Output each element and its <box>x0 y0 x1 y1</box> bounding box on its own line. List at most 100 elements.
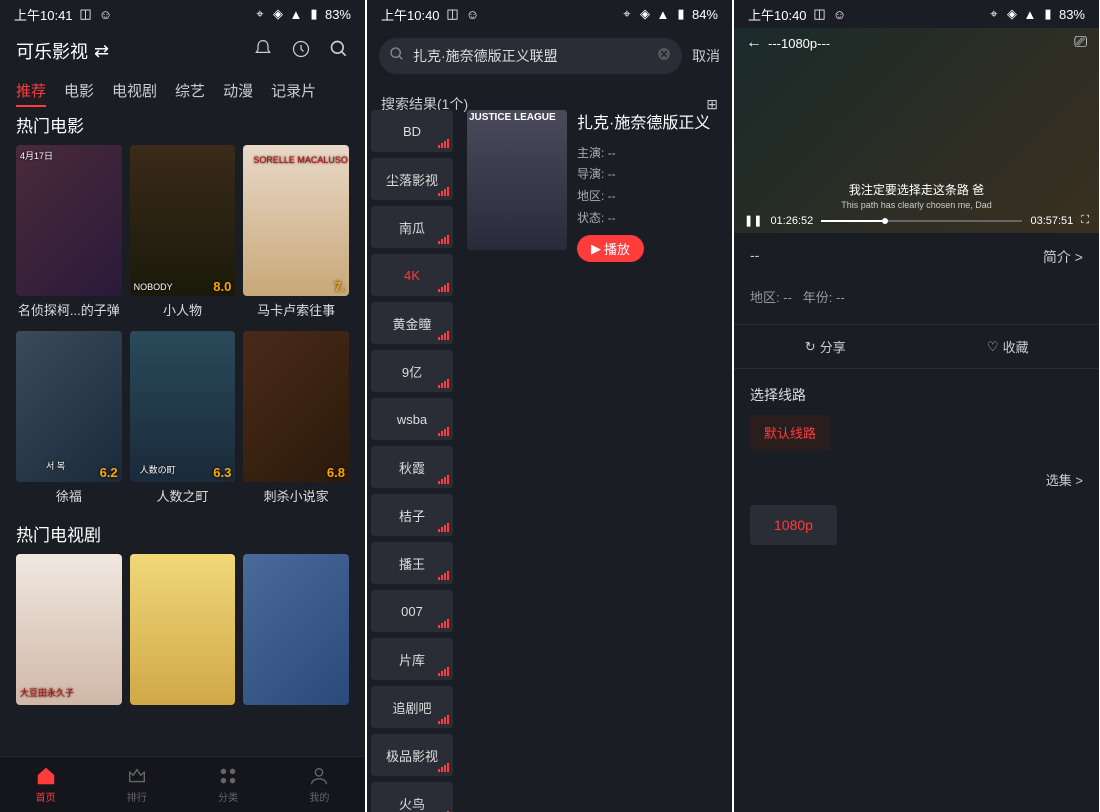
phone-1-home: 上午10:41 ◫ ☺ ⌖ ◈ ▲ ▮ 83% 可乐影视 ⇄ 推荐 电影 电视剧… <box>0 0 365 812</box>
phone-2-search: 上午10:40 ◫ ☺ ⌖ ◈ ▲ ▮ 84% 取消 搜索结果(1个) ⊞ BD… <box>367 0 732 812</box>
source-list[interactable]: BD 尘落影视 南瓜 4K 黄金瞳 9亿 wsba 秋霞 桔子 播王 007 片… <box>367 110 457 812</box>
tab-tv[interactable]: 电视剧 <box>112 80 157 101</box>
favorite-button[interactable]: ♡收藏 <box>917 325 1100 368</box>
status-bar: 上午10:40 ◫ ☺ ⌖ ◈ ▲ ▮ 84% <box>367 0 732 28</box>
status-time: 上午10:41 <box>14 5 73 24</box>
status-time: 上午10:40 <box>748 5 807 24</box>
movie-card[interactable]: 서 복6.2徐福 <box>16 331 122 509</box>
phone-3-player: 上午10:40 ◫ ☺ ⌖ ◈ ▲ ▮ 83% ← ---1080p--- ⎚ … <box>734 0 1099 812</box>
source-item[interactable]: 黄金瞳 <box>371 302 453 344</box>
search-input[interactable] <box>413 48 648 64</box>
notification-icon[interactable] <box>253 39 273 64</box>
progress-bar[interactable] <box>821 220 1022 222</box>
episode-link[interactable]: 选集 > <box>1046 470 1083 489</box>
signal-icon: ▲ <box>656 7 670 21</box>
source-item[interactable]: wsba <box>371 398 453 440</box>
status-bar: 上午10:40 ◫ ☺ ⌖ ◈ ▲ ▮ 83% <box>734 0 1099 28</box>
battery-percent: 83% <box>325 7 351 22</box>
image-icon: ◫ <box>79 7 93 21</box>
battery-percent: 84% <box>692 7 718 22</box>
source-item[interactable]: 播王 <box>371 542 453 584</box>
source-item[interactable]: 极品影视 <box>371 734 453 776</box>
status-time: 上午10:40 <box>381 5 440 24</box>
back-icon[interactable]: ← ---1080p--- <box>746 34 830 52</box>
result-detail: JUSTICE LEAGUE 扎克·施奈德版正义 主演: -- 导演: -- 地… <box>457 110 732 812</box>
movie-card[interactable]: 4月17日名侦探柯...的子弹 <box>16 145 122 323</box>
total-time: 03:57:51 <box>1030 215 1073 227</box>
search-box[interactable] <box>379 38 682 74</box>
share-button[interactable]: ↻分享 <box>734 325 917 368</box>
history-icon[interactable] <box>291 39 311 64</box>
movie-card[interactable]: SORELLE MACALUSO7.马卡卢索往事 <box>243 145 349 323</box>
app-title[interactable]: 可乐影视 ⇄ <box>16 38 109 64</box>
tab-recommend[interactable]: 推荐 <box>16 80 46 101</box>
source-item[interactable]: 追剧吧 <box>371 686 453 728</box>
source-item[interactable]: 007 <box>371 590 453 632</box>
movie-card[interactable]: 6.8刺杀小说家 <box>243 331 349 509</box>
source-item[interactable]: 火鸟 <box>371 782 453 812</box>
app-header: 可乐影视 ⇄ <box>0 28 365 74</box>
location-icon: ⌖ <box>253 7 267 21</box>
search-icon[interactable] <box>329 39 349 64</box>
nav-home[interactable]: 首页 <box>35 765 57 804</box>
heart-icon: ♡ <box>987 339 999 355</box>
status-bar: 上午10:41 ◫ ☺ ⌖ ◈ ▲ ▮ 83% <box>0 0 365 28</box>
source-item[interactable]: BD <box>371 110 453 152</box>
source-item[interactable]: 片库 <box>371 638 453 680</box>
clear-icon[interactable] <box>656 46 672 67</box>
quality-button[interactable]: 1080p <box>750 505 837 545</box>
source-item[interactable]: 南瓜 <box>371 206 453 248</box>
play-button[interactable]: ▶ 播放 <box>577 235 644 262</box>
movie-card[interactable]: NOBODY8.0小人物 <box>130 145 236 323</box>
battery-percent: 83% <box>1059 7 1085 22</box>
cancel-button[interactable]: 取消 <box>692 46 720 66</box>
nav-category[interactable]: 分类 <box>217 765 239 804</box>
route-section-label: 选择线路 <box>734 369 1099 415</box>
source-item[interactable]: 桔子 <box>371 494 453 536</box>
source-item[interactable]: 4K <box>371 254 453 296</box>
battery-icon: ▮ <box>674 7 688 21</box>
qq-icon: ☺ <box>833 7 847 21</box>
signal-icon: ▲ <box>1023 7 1037 21</box>
source-item[interactable]: 9亿 <box>371 350 453 392</box>
tab-anime[interactable]: 动漫 <box>223 80 253 101</box>
result-poster[interactable]: JUSTICE LEAGUE <box>467 110 567 250</box>
tv-card[interactable]: 大豆田永久子 <box>16 554 122 705</box>
section-tv-title: 热门电视剧 <box>0 509 365 554</box>
share-icon: ↻ <box>805 339 816 355</box>
fullscreen-icon[interactable]: ⛶ <box>1081 214 1089 227</box>
tv-grid: 大豆田永久子 <box>0 554 365 705</box>
source-item[interactable]: 尘落影视 <box>371 158 453 200</box>
current-time: 01:26:52 <box>770 215 813 227</box>
source-item[interactable]: 秋霞 <box>371 446 453 488</box>
image-icon: ◫ <box>813 7 827 21</box>
action-bar: ↻分享 ♡收藏 <box>734 324 1099 369</box>
nav-mine[interactable]: 我的 <box>308 765 330 804</box>
intro-link[interactable]: 简介 > <box>1043 247 1083 267</box>
search-icon <box>389 46 405 67</box>
video-title-placeholder: -- <box>750 247 759 267</box>
location-icon: ⌖ <box>987 7 1001 21</box>
image-icon: ◫ <box>446 7 460 21</box>
info-row: 地区: -- 年份: -- <box>734 281 1099 312</box>
search-row: 取消 <box>367 28 732 84</box>
movie-card[interactable]: 人数の町6.3人数之町 <box>130 331 236 509</box>
swap-icon: ⇄ <box>94 41 109 62</box>
wifi-icon: ◈ <box>271 7 285 21</box>
tv-card[interactable] <box>243 554 349 705</box>
bottom-nav: 首页 排行 分类 我的 <box>0 756 365 812</box>
nav-rank[interactable]: 排行 <box>126 765 148 804</box>
pause-icon[interactable]: ❚❚ <box>744 214 762 227</box>
battery-icon: ▮ <box>307 7 321 21</box>
tab-movie[interactable]: 电影 <box>64 80 94 101</box>
location-icon: ⌖ <box>620 7 634 21</box>
tab-documentary[interactable]: 记录片 <box>271 80 316 101</box>
tab-variety[interactable]: 综艺 <box>175 80 205 101</box>
default-route-button[interactable]: 默认线路 <box>750 415 830 450</box>
meta-row: -- 简介 > <box>734 233 1099 281</box>
qq-icon: ☺ <box>466 7 480 21</box>
cast-icon[interactable]: ⎚ <box>1074 34 1087 52</box>
tv-card[interactable] <box>130 554 236 705</box>
movie-grid: 4月17日名侦探柯...的子弹 NOBODY8.0小人物 SORELLE MAC… <box>0 145 365 509</box>
video-player[interactable]: ← ---1080p--- ⎚ 我注定要选择走这条路 爸 This path h… <box>734 28 1099 233</box>
